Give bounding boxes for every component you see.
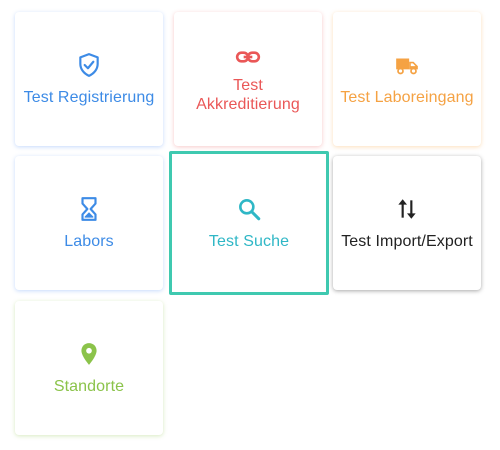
tile-test-suche[interactable]: Test Suche <box>169 151 329 295</box>
tile-label: Test Import/Export <box>341 232 473 250</box>
tile-test-laboreingang[interactable]: Test Laboreingang <box>333 12 481 146</box>
tile-label: Test Laboreingang <box>340 88 474 106</box>
tile-test-import-export[interactable]: Test Import/Export <box>333 156 481 290</box>
swap-vertical-icon <box>394 196 420 222</box>
tile-standorte[interactable]: Standorte <box>15 301 163 435</box>
link-icon <box>235 44 261 70</box>
tile-label: Labors <box>64 232 114 250</box>
tile-test-registrierung[interactable]: Test Registrierung <box>15 12 163 146</box>
map-pin-icon <box>76 341 102 367</box>
tile-label: Test Akkreditierung <box>196 77 300 113</box>
shield-check-icon <box>76 52 102 78</box>
hourglass-icon <box>76 196 102 222</box>
truck-icon <box>394 52 420 78</box>
search-icon <box>236 196 262 222</box>
tile-grid: Test Registrierung Test Akkreditierung T… <box>0 0 500 450</box>
tile-label: Test Suche <box>208 232 290 250</box>
tile-labors[interactable]: Labors <box>15 156 163 290</box>
tile-label: Standorte <box>53 377 125 395</box>
tile-test-akkreditierung[interactable]: Test Akkreditierung <box>174 12 322 146</box>
tile-label: Test Registrierung <box>23 88 155 106</box>
